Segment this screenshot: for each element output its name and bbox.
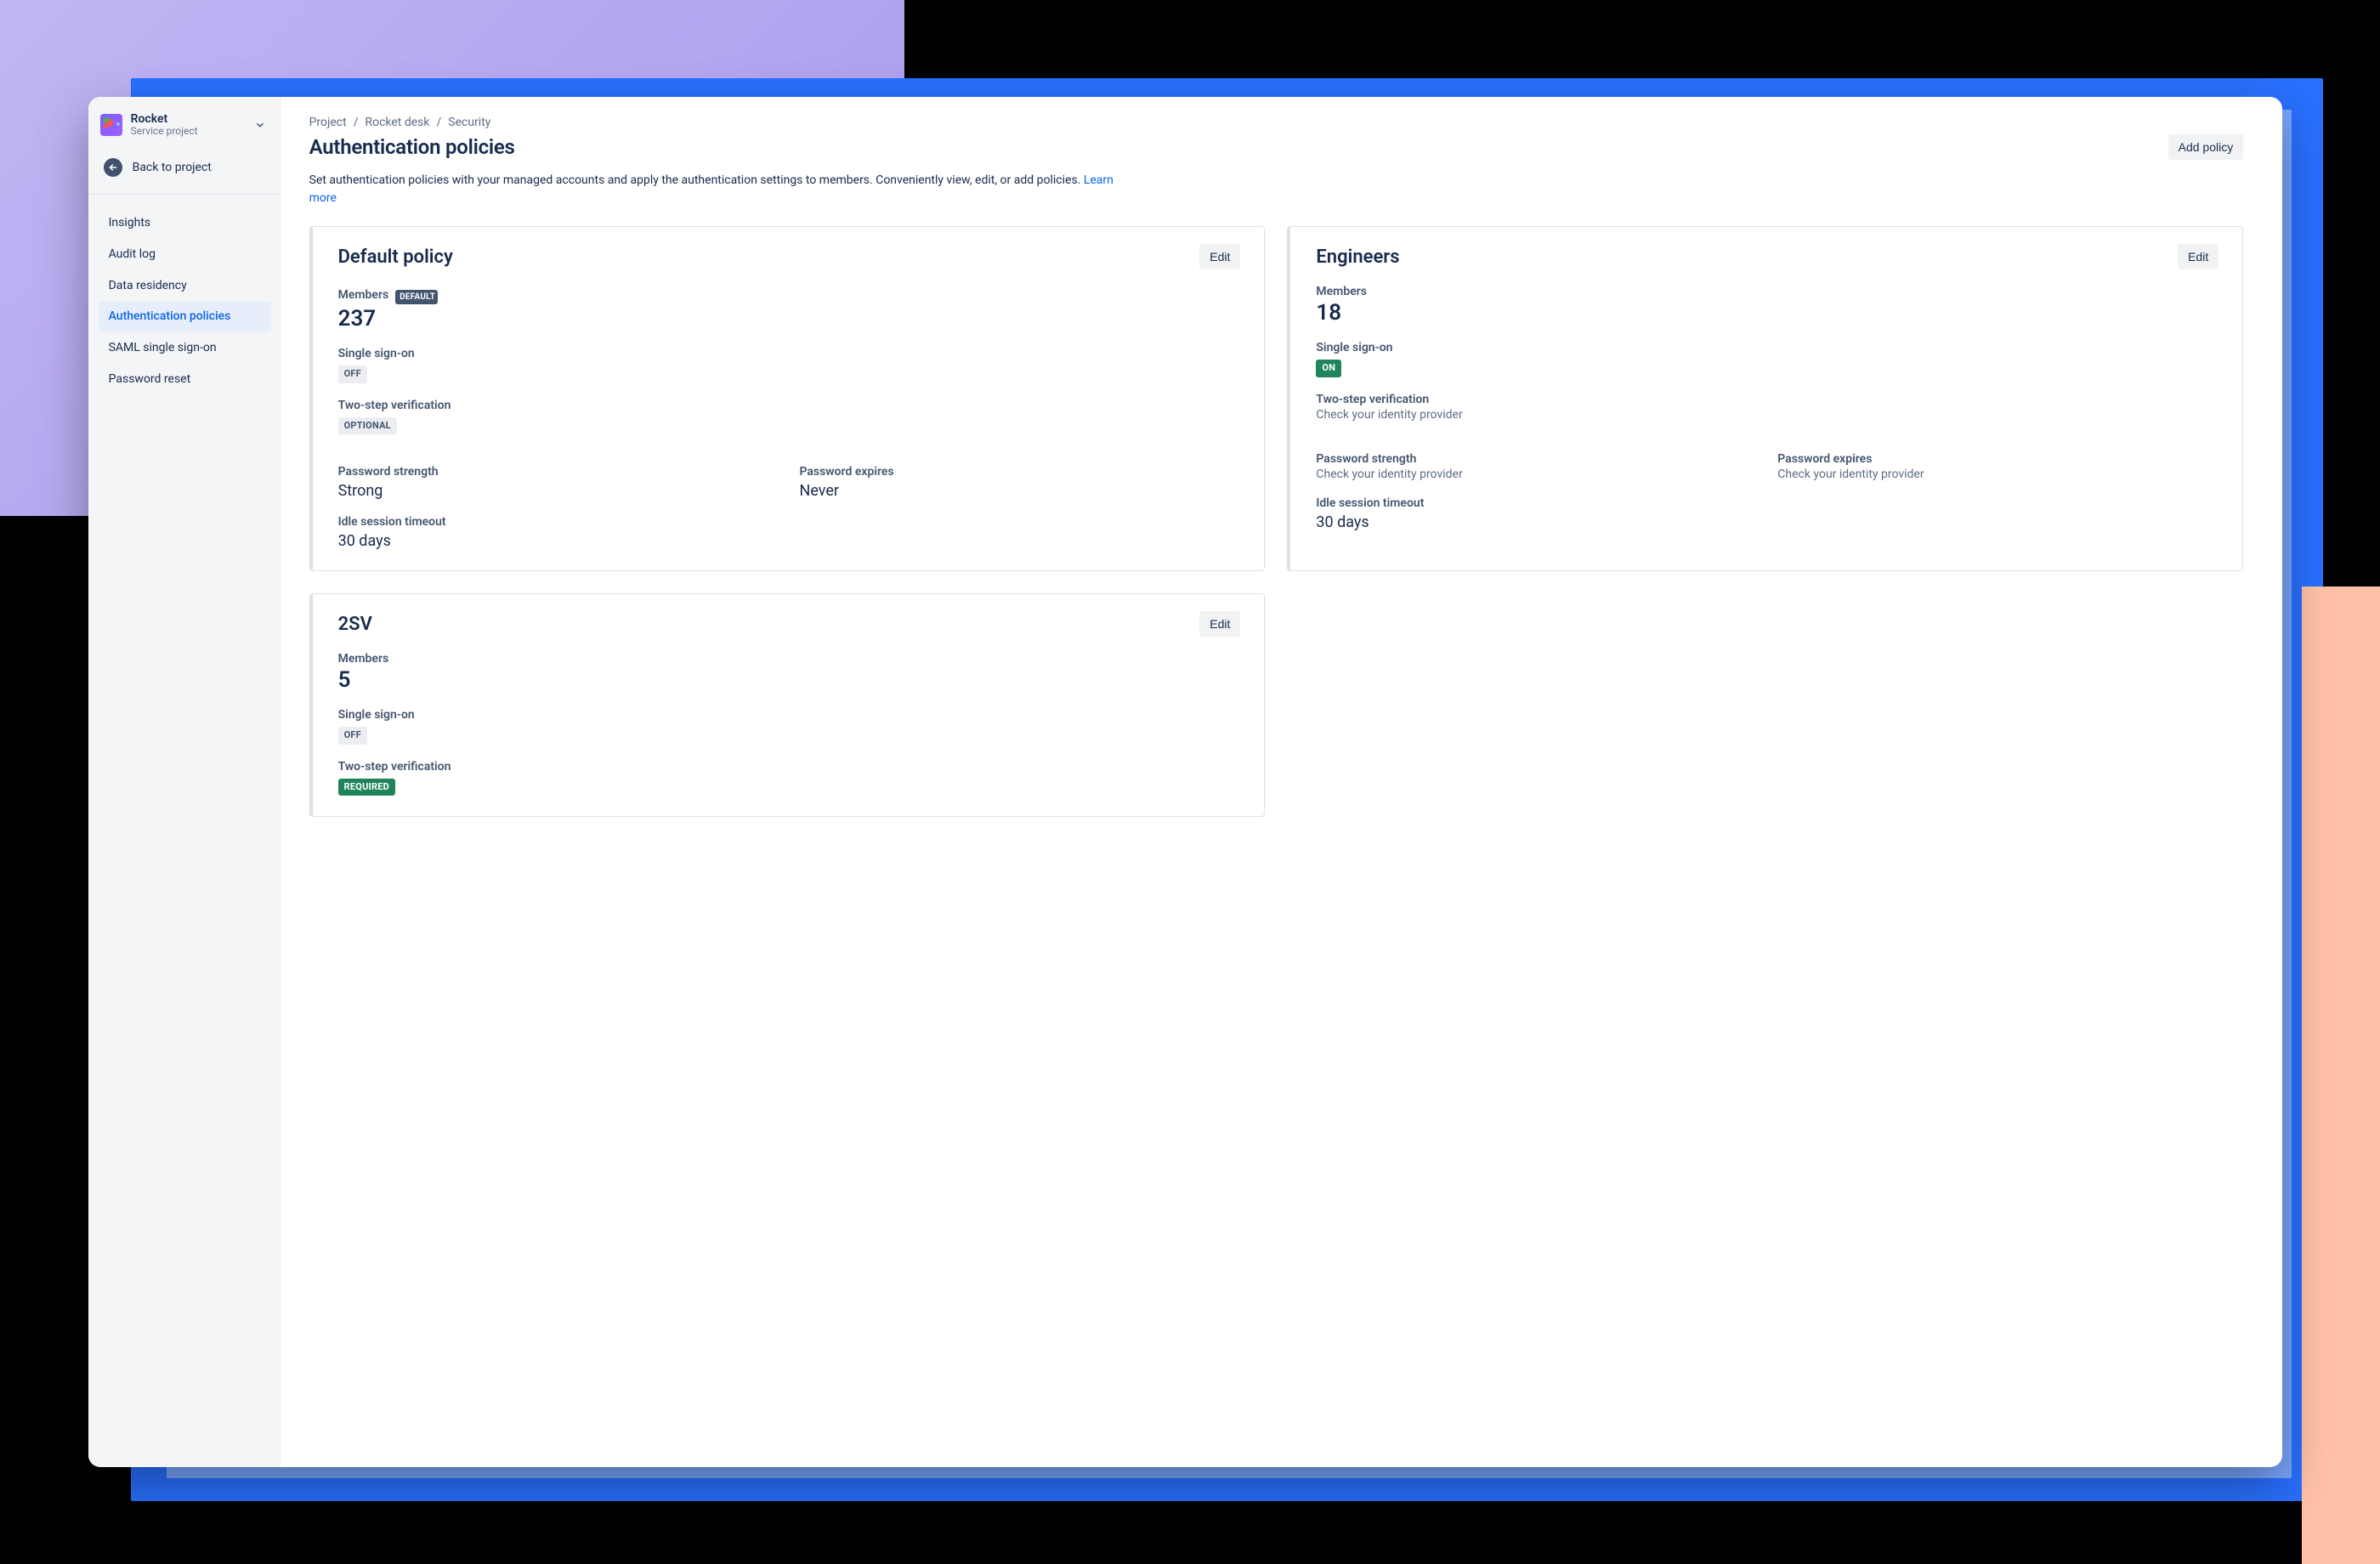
arrow-left-icon: [104, 158, 122, 177]
project-subtitle: Service project: [131, 126, 198, 138]
idle-timeout-value: 30 days: [1316, 513, 2218, 531]
sidebar: Rocket Service project Back to project I…: [88, 97, 280, 1467]
sidebar-divider: [88, 194, 280, 195]
sso-status-badge: OFF: [338, 727, 367, 745]
sso-status-badge: OFF: [338, 366, 367, 383]
password-expires-value: Check your identity provider: [1777, 468, 2218, 481]
sidebar-item-data-residency[interactable]: Data residency: [99, 271, 271, 301]
members-count: 18: [1316, 300, 2218, 326]
password-strength-value: Check your identity provider: [1316, 468, 1757, 481]
members-label: Members DEFAULT: [338, 285, 1241, 304]
breadcrumb-item[interactable]: Rocket desk: [365, 116, 429, 129]
members-label: Members: [1316, 285, 2218, 298]
password-strength-label: Password strength: [338, 465, 779, 479]
idle-timeout-value: 30 days: [338, 532, 1241, 550]
edit-policy-button[interactable]: Edit: [1199, 611, 1240, 637]
sso-status-badge: ON: [1316, 360, 1341, 377]
policy-card: 2SV Edit Members 5 Single sign-on OFF Two-…: [309, 593, 1266, 817]
sso-label: Single sign-on: [1316, 341, 2218, 354]
sso-label: Single sign-on: [338, 708, 1241, 722]
add-policy-button[interactable]: Add policy: [2168, 134, 2244, 160]
policy-card: Default policy Edit Members DEFAULT 237 S…: [309, 226, 1266, 571]
app-window: Rocket Service project Back to project I…: [88, 97, 2283, 1467]
idle-timeout-label: Idle session timeout: [1316, 496, 2218, 510]
members-count: 5: [338, 667, 1241, 693]
sidebar-item-password-reset[interactable]: Password reset: [99, 365, 271, 394]
sidebar-item-authentication-policies[interactable]: Authentication policies: [99, 302, 271, 332]
project-switcher[interactable]: Rocket Service project: [99, 112, 271, 139]
default-badge: DEFAULT: [395, 290, 438, 304]
project-name: Rocket: [131, 112, 198, 126]
idle-timeout-label: Idle session timeout: [338, 515, 1241, 529]
breadcrumb: Project / Rocket desk / Security: [309, 116, 2244, 129]
password-strength-value: Strong: [338, 482, 779, 500]
page-description: Set authentication policies with your ma…: [309, 172, 1125, 207]
sidebar-item-audit-log[interactable]: Audit log: [99, 240, 271, 269]
two-step-label: Two-step verification: [338, 760, 1241, 774]
sidebar-nav: InsightsAudit logData residencyAuthentic…: [99, 208, 271, 394]
two-step-status-badge: OPTIONAL: [338, 417, 397, 435]
members-count: 237: [338, 306, 1241, 332]
edit-policy-button[interactable]: Edit: [1199, 244, 1240, 269]
password-expires-label: Password expires: [799, 465, 1240, 479]
password-strength-label: Password strength: [1316, 452, 1757, 466]
password-expires-value: Never: [799, 482, 1240, 500]
two-step-label: Two-step verification: [338, 399, 1241, 412]
project-switcher-text: Rocket Service project: [131, 112, 198, 138]
project-avatar-icon: [100, 114, 122, 136]
edit-policy-button[interactable]: Edit: [2178, 244, 2218, 269]
chevron-down-icon: [254, 119, 266, 131]
page-title: Authentication policies: [309, 135, 515, 159]
two-step-label: Two-step verification: [1316, 393, 2218, 406]
two-step-text: Check your identity provider: [1316, 408, 2218, 422]
breadcrumb-separator: /: [437, 116, 442, 129]
password-expires-label: Password expires: [1777, 452, 2218, 466]
sidebar-item-saml-single-sign-on[interactable]: SAML single sign-on: [99, 333, 271, 363]
sidebar-item-insights[interactable]: Insights: [99, 208, 271, 238]
back-to-project-label: Back to project: [133, 161, 212, 174]
main-content: Project / Rocket desk / Security Authenticat…: [280, 97, 2283, 1467]
breadcrumb-item[interactable]: Project: [309, 116, 347, 129]
policy-title: Default policy: [338, 246, 453, 268]
policy-cards-grid: Default policy Edit Members DEFAULT 237 S…: [309, 226, 2244, 817]
back-to-project-link[interactable]: Back to project: [100, 155, 271, 180]
policy-card: Engineers Edit Members 18Single sign-on …: [1287, 226, 2243, 571]
breadcrumb-separator: /: [354, 116, 359, 129]
page-description-text: Set authentication policies with your ma…: [309, 173, 1084, 187]
sso-label: Single sign-on: [338, 347, 1241, 360]
breadcrumb-item[interactable]: Security: [448, 116, 490, 129]
policy-title: Engineers: [1316, 246, 1399, 268]
policy-title: 2SV: [338, 614, 372, 635]
two-step-status-badge: REQUIRED: [338, 779, 395, 796]
members-label: Members: [338, 652, 1241, 666]
